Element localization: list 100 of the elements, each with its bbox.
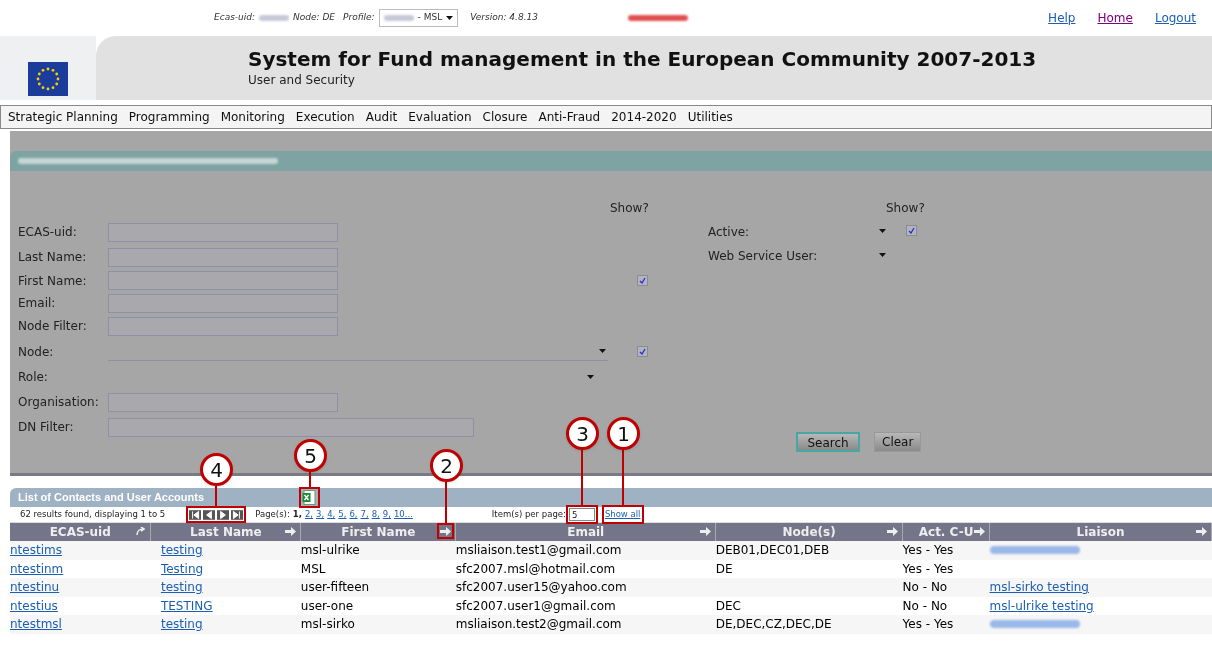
sort-arrow-icon[interactable] — [700, 527, 712, 536]
table-cell-link[interactable]: testing — [150, 543, 203, 558]
page-subtitle: User and Security — [248, 72, 356, 89]
page-link[interactable]: 1, — [292, 508, 302, 521]
menu-item[interactable]: 2014-2020 — [611, 108, 677, 126]
table-cell: msliaison.test1@gmail.com — [455, 543, 622, 558]
menu-item[interactable]: Execution — [295, 108, 355, 126]
table-cell-link[interactable]: msl-sirko testing — [989, 580, 1089, 595]
results-title: List of Contacts and User Accounts — [18, 490, 204, 506]
page-link[interactable]: 6, — [349, 508, 358, 521]
page-link[interactable]: 8, — [371, 508, 380, 521]
page-link[interactable]: 5, — [338, 508, 347, 521]
page-link[interactable]: 3, — [316, 508, 325, 521]
table-cell-link[interactable]: ntestims — [10, 543, 62, 558]
column-header[interactable]: Node(s) — [715, 523, 903, 541]
callout-line — [622, 450, 624, 505]
menu-item[interactable]: Strategic Planning — [8, 108, 118, 126]
nav-link[interactable]: Help — [1048, 9, 1076, 27]
field-label: ECAS-uid: — [18, 224, 78, 241]
table-cell: Yes - Yes — [902, 617, 954, 632]
menu-item[interactable]: Evaluation — [408, 108, 472, 126]
table-cell-link[interactable]: Testing — [150, 561, 204, 576]
column-header[interactable]: First Name — [300, 523, 456, 541]
input-field[interactable] — [108, 316, 338, 336]
clear-button[interactable]: Clear — [874, 432, 921, 452]
table-cell-link[interactable]: testing — [150, 617, 203, 632]
input-field[interactable] — [108, 271, 338, 290]
last-page-icon[interactable] — [231, 509, 244, 520]
column-header[interactable]: Email — [455, 523, 716, 541]
table-cell-link[interactable]: ntestmsl — [10, 617, 62, 632]
column-header[interactable]: Liaison — [989, 523, 1212, 541]
field-label: DN Filter: — [18, 419, 75, 436]
next-page-icon[interactable] — [217, 509, 230, 520]
input-field[interactable] — [108, 247, 338, 267]
profile-label: Profile: — [343, 11, 375, 25]
per-page-input[interactable]: 5 — [568, 508, 595, 521]
input-field[interactable] — [108, 222, 338, 242]
nav-link[interactable]: Logout — [1154, 9, 1196, 27]
caret-icon[interactable] — [879, 228, 886, 233]
page-link[interactable]: 9, — [382, 508, 391, 521]
page-link[interactable]: 2, — [304, 508, 314, 521]
menu-item[interactable]: Utilities — [687, 108, 733, 126]
first-page-icon[interactable] — [189, 509, 202, 520]
caret-icon[interactable] — [446, 16, 454, 20]
highlight-frame — [186, 506, 246, 523]
table-cell: DE — [715, 561, 733, 576]
table-cell: msl-ulrike — [300, 543, 360, 558]
ecas-uid-label: Ecas-uid: — [214, 11, 256, 25]
menu-item[interactable]: Programming — [128, 108, 210, 126]
caret-icon[interactable] — [587, 375, 594, 379]
table-cell: user-fifteen — [300, 580, 370, 595]
search-button[interactable]: Search — [796, 432, 860, 452]
page-title: System for Fund management in the European Community 2007-2013 — [248, 46, 1038, 73]
table-cell-link[interactable]: TESTING — [150, 598, 213, 613]
caret-icon[interactable] — [879, 252, 886, 257]
table-cell-link[interactable]: ntestinu — [10, 580, 60, 595]
column-header[interactable]: ECAS-uid — [10, 523, 151, 541]
input-field[interactable] — [108, 293, 338, 313]
callout-line — [215, 486, 217, 506]
table-cell: sfc2007.msl@hotmail.com — [455, 561, 616, 576]
table-cell-link[interactable]: msl-ulrike testing — [989, 598, 1094, 613]
sort-arrow-icon[interactable] — [440, 527, 452, 536]
sort-arrow-icon[interactable] — [974, 527, 986, 536]
show-checkbox[interactable] — [906, 225, 917, 236]
page-link[interactable]: 10... — [393, 508, 413, 521]
profile-select[interactable]: - MSL — [378, 9, 459, 27]
table-cell-link[interactable]: ntestius — [10, 598, 58, 613]
per-page-label: Item(s) per page: — [491, 508, 566, 521]
menu-item[interactable]: Closure — [482, 108, 528, 126]
menu-item[interactable]: Monitoring — [220, 108, 285, 126]
field-label: First Name: — [18, 272, 88, 290]
input-field[interactable] — [108, 417, 474, 437]
spreadsheet-icon[interactable] — [302, 490, 316, 505]
table-cell: msliaison.test2@gmail.com — [455, 617, 622, 632]
table-cell: DEB01,DEC01,DEB — [715, 543, 830, 558]
sort-arrow-icon[interactable] — [285, 527, 297, 536]
menu-item[interactable]: Anti-Fraud — [538, 108, 601, 126]
input-field[interactable] — [108, 392, 338, 412]
table-cell: DE,DEC,CZ,DEC,DE — [715, 617, 832, 632]
nav-link[interactable]: Home — [1097, 9, 1133, 27]
caret-icon[interactable] — [599, 349, 606, 353]
column-header[interactable]: Last Name — [150, 523, 301, 541]
callout-line — [445, 482, 447, 523]
page-link[interactable]: 7, — [360, 508, 369, 521]
field-label: Web Service User: — [708, 248, 818, 265]
table-cell: Yes - Yes — [902, 561, 954, 576]
column-header[interactable]: Act. C-U — [902, 523, 990, 541]
sort-arrow-icon[interactable] — [887, 527, 899, 536]
menu-item[interactable]: Audit — [365, 108, 398, 126]
show-checkbox[interactable] — [637, 346, 648, 357]
table-cell: sfc2007.user15@yahoo.com — [455, 580, 627, 595]
field-label: Active: — [708, 224, 750, 241]
table-cell-link[interactable]: ntestinm — [10, 561, 64, 576]
page-link[interactable]: 4, — [327, 508, 336, 521]
show-all-link[interactable]: Show all — [604, 508, 641, 521]
previous-page-icon[interactable] — [203, 509, 216, 520]
sort-arrow-icon[interactable] — [1196, 527, 1207, 536]
show-checkbox[interactable] — [637, 275, 648, 286]
sorted-arrow-icon[interactable] — [135, 527, 147, 536]
table-cell-link[interactable]: testing — [150, 580, 203, 595]
